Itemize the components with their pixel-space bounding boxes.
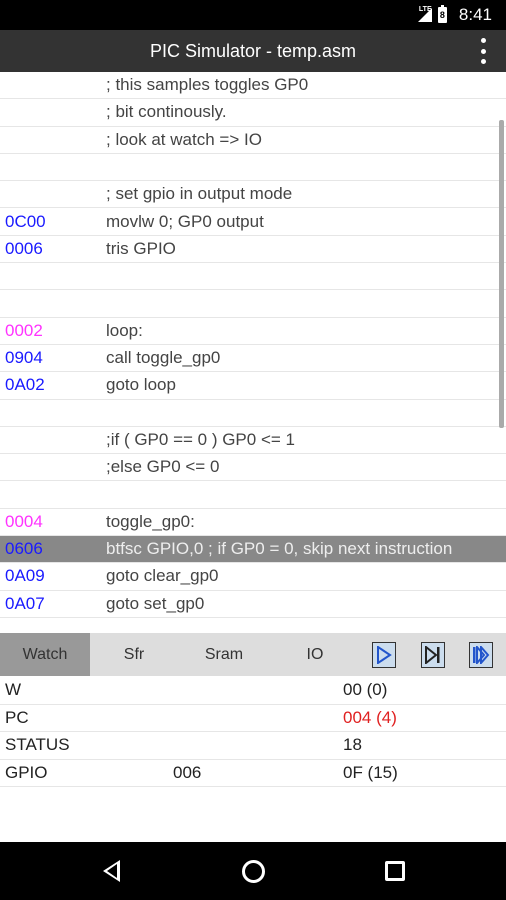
recents-icon[interactable]: [385, 861, 405, 881]
watch-row[interactable]: W 00 (0): [0, 677, 506, 705]
run-fast-icon[interactable]: [469, 642, 493, 668]
watch-row[interactable]: GPIO 006 0F (15): [0, 760, 506, 787]
code-line[interactable]: ;if ( GP0 == 0 ) GP0 <= 1: [0, 427, 506, 455]
back-icon[interactable]: [103, 860, 120, 882]
code-line[interactable]: 0006 tris GPIO: [0, 236, 506, 264]
code-line-source: ; this samples toggles GP0: [106, 75, 309, 95]
code-line-address: 0C00: [5, 211, 46, 231]
code-line-source: tris GPIO: [106, 238, 176, 258]
code-line-source: ; bit continously.: [106, 102, 227, 122]
code-line[interactable]: [0, 154, 506, 182]
navigation-bar: [0, 842, 506, 900]
code-line[interactable]: 0A07 goto set_gp0: [0, 591, 506, 618]
watch-row[interactable]: STATUS 18: [0, 732, 506, 760]
code-line-source: goto set_gp0: [106, 593, 205, 613]
code-line-source: movlw 0; GP0 output: [106, 211, 264, 231]
watch-row[interactable]: PC 004 (4): [0, 705, 506, 732]
watch-name: GPIO: [5, 762, 48, 782]
watch-table: W 00 (0) PC 004 (4) STATUS 18 GPIO 006 0F (15): [0, 677, 506, 787]
code-line-address: 0606: [5, 539, 43, 559]
code-line[interactable]: 0002 loop:: [0, 318, 506, 345]
code-line[interactable]: [0, 290, 506, 318]
app-bar: PIC Simulator - temp.asm: [0, 30, 506, 72]
code-line-address: 0A02: [5, 375, 45, 395]
battery-icon: 8: [437, 5, 447, 23]
code-line[interactable]: 0004 toggle_gp0:: [0, 509, 506, 537]
code-line[interactable]: 0A09 goto clear_gp0: [0, 563, 506, 591]
code-line-address: 0A07: [5, 593, 45, 613]
watch-name: PC: [5, 707, 29, 727]
code-line[interactable]: 0904 call toggle_gp0: [0, 345, 506, 373]
play-icon[interactable]: [372, 642, 396, 668]
code-line[interactable]: ;else GP0 <= 0: [0, 454, 506, 482]
tab-sram[interactable]: Sram: [178, 633, 270, 676]
code-line-source: ; look at watch => IO: [106, 129, 262, 149]
code-line[interactable]: 0C00 movlw 0; GP0 output: [0, 208, 506, 236]
tab-watch[interactable]: Watch: [0, 633, 90, 676]
app-title: PIC Simulator - temp.asm: [149, 40, 357, 61]
tab-io[interactable]: IO: [270, 633, 360, 676]
code-line[interactable]: 0A02 goto loop: [0, 372, 506, 400]
code-line[interactable]: 0606 btfsc GPIO,0 ; if GP0 = 0, skip next…: [0, 536, 506, 564]
step-icon[interactable]: [421, 642, 445, 668]
code-listing[interactable]: ; this samples toggles GP0 ; bit continou…: [0, 72, 506, 632]
code-line-address: 0A09: [5, 566, 45, 586]
tab-sfr[interactable]: Sfr: [90, 633, 178, 676]
watch-address: 006: [173, 762, 202, 782]
code-line-source: goto loop: [106, 375, 176, 395]
code-line-source: loop:: [106, 320, 143, 340]
code-line-address: 0002: [5, 320, 43, 340]
code-line-source: btfsc GPIO,0 ; if GP0 = 0, skip next ins…: [106, 539, 453, 559]
watch-name: STATUS: [5, 735, 70, 755]
code-line[interactable]: [0, 400, 506, 427]
watch-value: 00 (0): [343, 680, 388, 700]
code-line[interactable]: ; this samples toggles GP0: [0, 72, 506, 100]
code-line-source: toggle_gp0:: [106, 511, 195, 531]
code-line-source: ;if ( GP0 == 0 ) GP0 <= 1: [106, 430, 295, 449]
watch-name: W: [5, 680, 22, 700]
home-icon[interactable]: [242, 860, 265, 883]
code-line[interactable]: [0, 481, 506, 509]
watch-value: 004 (4): [343, 707, 397, 727]
code-line[interactable]: ; bit continously.: [0, 99, 506, 127]
code-line-address: 0004: [5, 511, 43, 531]
clock: 8:41: [458, 5, 492, 24]
code-line-address: 0006: [5, 238, 43, 258]
code-line-source: ;else GP0 <= 0: [106, 457, 220, 477]
code-line-source: ; set gpio in output mode: [106, 184, 293, 204]
code-line[interactable]: [0, 263, 506, 291]
code-line-address: 0904: [5, 348, 43, 368]
watch-value: 0F (15): [343, 762, 398, 782]
code-line-source: goto clear_gp0: [106, 566, 219, 586]
scrollbar[interactable]: [499, 120, 504, 428]
overflow-menu-icon[interactable]: [480, 38, 486, 64]
status-bar: LTE 8 8:41: [0, 0, 506, 30]
code-line[interactable]: ; set gpio in output mode: [0, 181, 506, 209]
watch-value: 18: [343, 735, 362, 755]
code-line[interactable]: ; look at watch => IO: [0, 127, 506, 154]
signal-icon: LTE: [417, 6, 432, 22]
code-line-source: call toggle_gp0: [106, 348, 221, 368]
